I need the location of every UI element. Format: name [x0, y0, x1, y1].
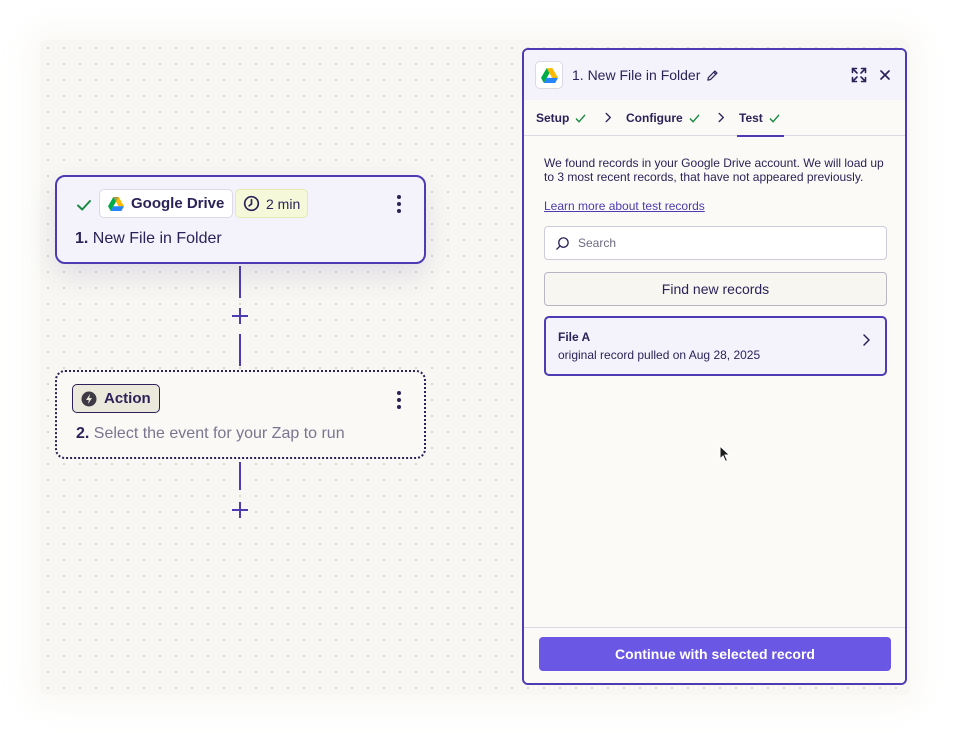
search-icon [556, 237, 569, 250]
plus-icon[interactable] [230, 500, 250, 520]
kebab-menu-icon[interactable] [392, 390, 406, 410]
find-new-records-button[interactable]: Find new records [544, 272, 887, 306]
chevron-right-icon [605, 112, 611, 123]
panel-title[interactable]: 1. New File in Folder [572, 67, 719, 83]
plus-icon[interactable] [230, 306, 250, 326]
google-drive-icon [108, 196, 124, 211]
panel-footer: Continue with selected record [524, 627, 905, 683]
record-title: File A [558, 330, 591, 344]
kebab-menu-icon[interactable] [392, 194, 406, 214]
trigger-step-card[interactable]: Google Drive 2 min 1. New File in Folder [55, 175, 426, 264]
tab-setup[interactable]: Setup [536, 100, 586, 136]
cursor-icon [719, 445, 731, 463]
app-name: Google Drive [131, 195, 225, 212]
panel-header: 1. New File in Folder [524, 50, 905, 100]
panel-app-icon [535, 61, 563, 89]
learn-more-link[interactable]: Learn more about test records [544, 199, 705, 213]
connector-line [239, 462, 241, 490]
action-description: 2. Select the event for your Zap to run [76, 425, 345, 442]
check-icon [77, 200, 91, 211]
continue-button[interactable]: Continue with selected record [539, 637, 891, 671]
bolt-icon [81, 391, 97, 406]
panel-tabs: Setup Configure Test [524, 100, 905, 137]
connector-line [239, 266, 241, 298]
connector-line [239, 334, 241, 366]
clock-icon [243, 195, 260, 212]
tab-configure[interactable]: Configure [626, 100, 700, 136]
action-label: Action [104, 390, 151, 407]
step-title: 1. New File in Folder [75, 230, 222, 247]
pencil-icon[interactable] [706, 69, 719, 82]
check-icon [575, 114, 586, 122]
record-item[interactable]: File A original record pulled on Aug 28,… [544, 316, 887, 376]
duration-text: 2 min [266, 195, 301, 212]
duration-badge: 2 min [235, 189, 309, 218]
google-drive-icon [540, 67, 558, 83]
expand-icon[interactable] [851, 67, 867, 83]
check-icon [769, 114, 780, 122]
tab-test[interactable]: Test [737, 100, 784, 137]
check-icon [689, 114, 700, 122]
app-chip: Google Drive [99, 189, 234, 218]
chevron-right-icon [718, 112, 724, 123]
chevron-right-icon [863, 334, 870, 346]
search-box[interactable] [544, 226, 887, 260]
close-icon[interactable] [878, 68, 892, 82]
info-text: We found records in your Google Drive ac… [544, 156, 884, 184]
search-input[interactable] [578, 227, 878, 259]
action-step-card[interactable]: Action 2. Select the event for your Zap … [55, 370, 426, 459]
record-subtitle: original record pulled on Aug 28, 2025 [558, 348, 761, 362]
step-detail-panel: 1. New File in Folder Setup Configure Te… [522, 48, 907, 685]
action-chip: Action [72, 384, 160, 413]
